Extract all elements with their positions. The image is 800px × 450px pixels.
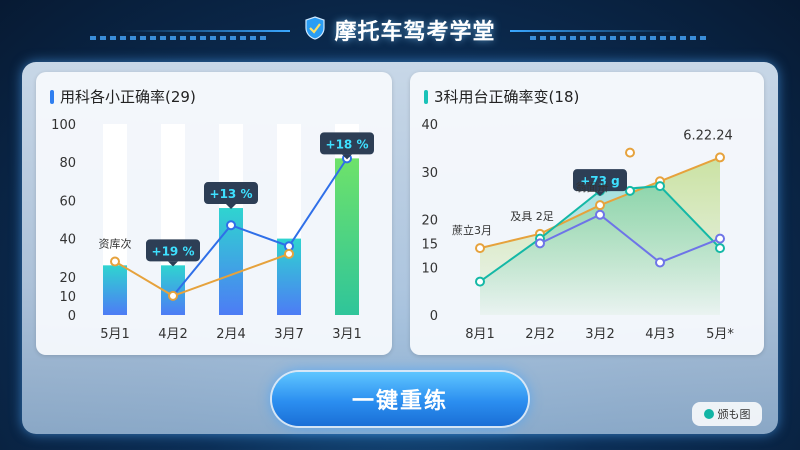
data-label: +13 %: [210, 187, 253, 201]
series-point: [595, 200, 605, 211]
y-tick-label: 20: [421, 214, 438, 229]
y-tick-label: 60: [59, 194, 76, 209]
status-dot-icon: [703, 409, 714, 419]
accuracy-panel-left: 用科各小正确率(29) 0 10 20 40 60 80 100 5月1 4月2 2月4 3月7 3月…: [36, 72, 392, 355]
page-title: 摩托车驾考学堂: [334, 20, 496, 45]
corner-badge[interactable]: 颁も图: [692, 402, 762, 426]
header-dash-left: [90, 36, 270, 40]
header-decoration-right: [510, 30, 680, 32]
header-bar: 摩托车驾考学堂: [0, 0, 800, 62]
series-line: [172, 157, 348, 297]
series-point: [715, 243, 725, 254]
data-label: +19 %: [152, 244, 195, 258]
series-point: [625, 185, 635, 196]
data-label: +18 %: [326, 137, 369, 151]
y-tick-label: 40: [421, 118, 438, 133]
y-tick-label: 0: [68, 309, 76, 324]
annotation-text: 翁面卅: [576, 180, 609, 194]
corner-badge-label: 颁も图: [717, 408, 751, 421]
series-point: [110, 256, 120, 267]
x-tick-label: 2月2: [525, 327, 555, 342]
annotation-text: 及具 2足: [510, 210, 554, 223]
header-dash-right: [530, 36, 710, 40]
x-tick-label: 5月*: [706, 327, 734, 342]
bar: [335, 158, 359, 315]
series-point: [168, 290, 178, 301]
series-point: [475, 276, 485, 287]
x-tick-label: 2月4: [216, 327, 246, 342]
y-tick-label: 100: [51, 118, 76, 133]
series-point: [284, 248, 294, 259]
x-tick-label: 4月3: [645, 327, 675, 342]
shield-logo-icon: [304, 16, 326, 44]
y-tick-label: 80: [59, 156, 76, 171]
x-tick-label: 8月1: [465, 327, 495, 342]
x-tick-label: 3月7: [274, 327, 304, 342]
series-point: [595, 209, 605, 220]
annotation-text: 6.22.24: [683, 128, 733, 143]
series-point: [655, 257, 665, 268]
y-tick-label: 40: [59, 233, 76, 248]
header-decoration-left: [120, 30, 290, 32]
series-point: [655, 181, 665, 192]
bar: [103, 265, 127, 315]
annotation-text: 资库次: [99, 236, 132, 250]
series-point: [625, 147, 635, 158]
x-tick-label: 5月1: [100, 327, 130, 342]
retrain-button[interactable]: 一键重练: [272, 372, 528, 426]
series-point: [715, 233, 725, 244]
series-point: [715, 152, 725, 163]
y-tick-label: 10: [59, 290, 76, 305]
series-point: [535, 238, 545, 249]
y-tick-label: 30: [421, 166, 438, 181]
series-point: [475, 243, 485, 254]
y-tick-label: 0: [430, 309, 438, 324]
left-panel-title: 用科各小正确率(29): [60, 88, 196, 106]
panel-title-marker: [424, 89, 428, 104]
annotation-text: 蔗立3月: [452, 223, 492, 237]
bar-chart-left: 0 10 20 40 60 80 100 5月1 4月2 2月4 3月7 3月1 +19 % +13 % +…: [51, 118, 374, 342]
y-tick-label: 20: [59, 271, 76, 286]
right-panel-title: 3科用台正确率变(18): [434, 88, 580, 106]
x-tick-label: 3月1: [332, 327, 362, 342]
accuracy-panel-right: 3科用台正确率变(18) 0 10 15 20 30 40 8月1 2月2 3月2 4月3 5月* +…: [410, 72, 764, 355]
x-tick-label: 4月2: [158, 327, 188, 342]
y-tick-label: 10: [421, 261, 438, 276]
panel-title-marker: [50, 89, 54, 104]
series-point: [226, 220, 236, 231]
line-chart-right: 010152030408月1 2月2 3月2 4月3 5月*+73 g6.22.24蔗立…: [421, 118, 734, 342]
x-tick-label: 3月2: [585, 327, 615, 342]
y-tick-label: 15: [421, 237, 438, 252]
